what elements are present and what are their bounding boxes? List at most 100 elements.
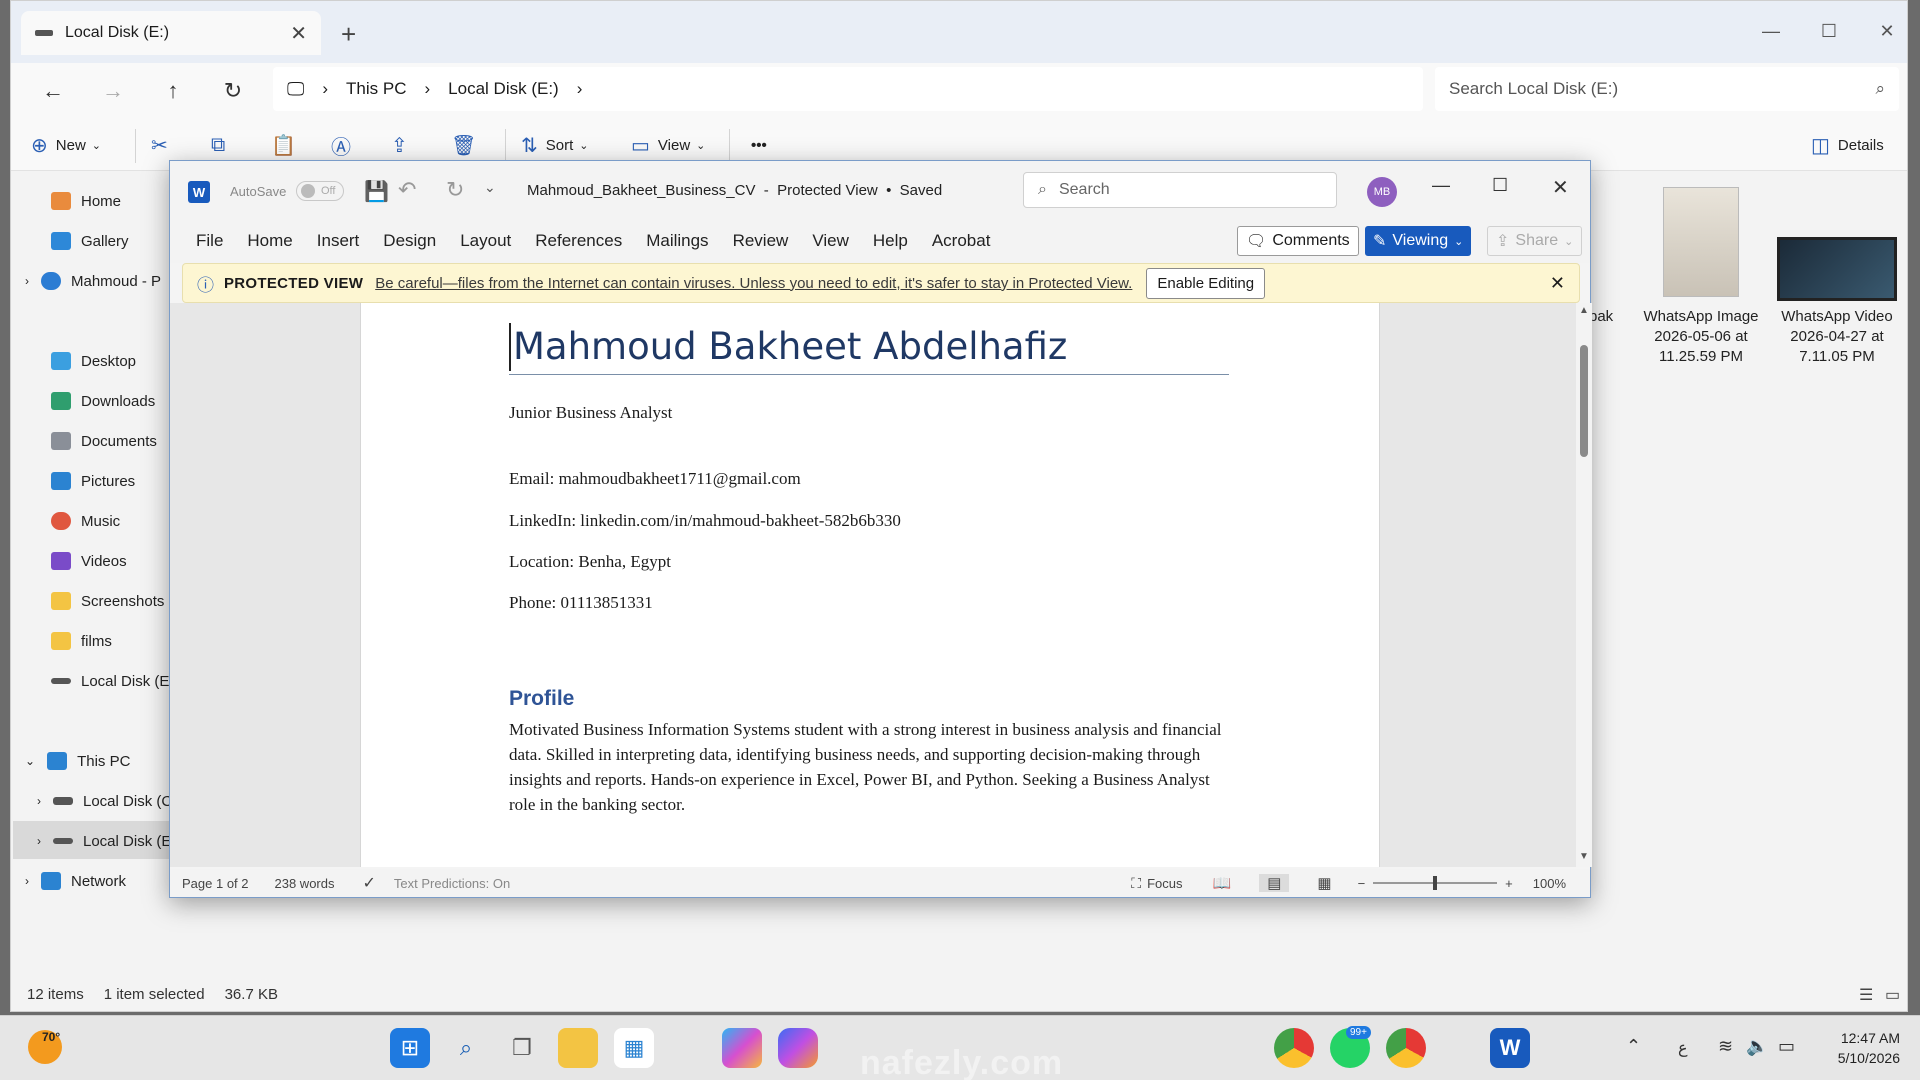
list-view-icon[interactable]: ☰: [1859, 985, 1873, 1005]
sidebar-item-downloads[interactable]: Downloads: [51, 383, 155, 419]
tab-file[interactable]: File: [196, 231, 223, 251]
store-icon[interactable]: ▦: [614, 1028, 654, 1068]
sidebar-item-local-disk-e[interactable]: Local Disk (E:): [51, 663, 179, 699]
proofing-icon[interactable]: ✓: [362, 873, 375, 893]
file-item[interactable]: WhatsApp Image 2026-05-06 at 11.25.59 PM: [1636, 307, 1766, 367]
sidebar-item-onedrive[interactable]: › Mahmoud - P: [25, 263, 161, 299]
file-explorer-icon[interactable]: [558, 1028, 598, 1068]
paste-button[interactable]: 📋: [271, 127, 304, 163]
tab-insert[interactable]: Insert: [317, 231, 360, 251]
search-input[interactable]: Search Local Disk (E:) ⌕: [1435, 67, 1899, 111]
scroll-up-icon[interactable]: ▲: [1579, 305, 1589, 316]
tab-review[interactable]: Review: [733, 231, 789, 251]
search-icon[interactable]: ⌕: [446, 1028, 486, 1068]
web-layout-icon[interactable]: ▦: [1317, 874, 1331, 892]
up-button[interactable]: ↑: [153, 71, 193, 111]
new-button[interactable]: ⊕ New ⌄: [31, 127, 101, 163]
viewing-mode-button[interactable]: ✎ Viewing ⌄: [1365, 226, 1472, 256]
share-button[interactable]: ⇪ Share ⌄: [1487, 226, 1583, 256]
close-button[interactable]: ✕: [1552, 175, 1569, 200]
input-language[interactable]: ع: [1678, 1038, 1688, 1058]
tab-help[interactable]: Help: [873, 231, 908, 251]
refresh-button[interactable]: ↻: [213, 71, 253, 111]
tab-design[interactable]: Design: [383, 231, 436, 251]
tab-references[interactable]: References: [535, 231, 622, 251]
zoom-level[interactable]: 100%: [1533, 876, 1566, 891]
explorer-tab[interactable]: Local Disk (E:) ✕: [21, 11, 321, 55]
forward-button[interactable]: →: [93, 71, 133, 111]
tab-mailings[interactable]: Mailings: [646, 231, 708, 251]
document-page[interactable]: Mahmoud Bakheet Abdelhafiz Junior Busine…: [360, 303, 1380, 867]
zoom-slider[interactable]: [1373, 876, 1498, 890]
sidebar-item-network[interactable]: › Network: [25, 863, 126, 899]
redo-icon[interactable]: ↻: [446, 177, 464, 203]
sidebar-item-gallery[interactable]: Gallery: [51, 223, 129, 259]
new-tab-button[interactable]: +: [341, 19, 356, 50]
undo-icon[interactable]: ↶: [398, 177, 416, 203]
sidebar-item-local-disk-c[interactable]: › Local Disk (C: [37, 783, 172, 819]
chrome-icon[interactable]: [1274, 1028, 1314, 1068]
sidebar-item-documents[interactable]: Documents: [51, 423, 157, 459]
view-button[interactable]: ▭ View ⌄: [631, 127, 705, 163]
word-taskbar-icon[interactable]: W: [1490, 1028, 1530, 1068]
enable-editing-button[interactable]: Enable Editing: [1146, 267, 1266, 299]
close-icon[interactable]: ✕: [1550, 273, 1565, 294]
tile-view-icon[interactable]: ▭: [1885, 985, 1900, 1005]
focus-button[interactable]: Focus: [1147, 876, 1182, 891]
wifi-icon[interactable]: ≋: [1718, 1036, 1733, 1057]
task-view-icon[interactable]: ❐: [502, 1028, 542, 1068]
customize-toolbar-icon[interactable]: ⌄: [484, 179, 496, 196]
minimize-button[interactable]: —: [1432, 175, 1450, 196]
share-button[interactable]: ⇪: [391, 127, 416, 163]
autosave-toggle[interactable]: Off: [296, 181, 344, 201]
scroll-down-icon[interactable]: ▼: [1579, 851, 1589, 862]
minimize-button[interactable]: —: [1743, 11, 1799, 51]
rename-button[interactable]: Ⓐ: [331, 127, 359, 163]
sidebar-item-films[interactable]: films: [51, 623, 112, 659]
details-button[interactable]: ◫ Details: [1811, 127, 1884, 163]
delete-button[interactable]: 🗑: [451, 127, 484, 163]
print-layout-icon[interactable]: ▤: [1259, 874, 1290, 892]
sidebar-item-this-pc[interactable]: ⌄ This PC: [25, 743, 130, 779]
breadcrumb-this-pc[interactable]: This PC: [346, 79, 406, 99]
chevron-up-icon[interactable]: ⌃: [1626, 1036, 1641, 1057]
sidebar-item-desktop[interactable]: Desktop: [51, 343, 136, 379]
tab-view[interactable]: View: [812, 231, 849, 251]
sort-button[interactable]: ⇅ Sort ⌄: [521, 127, 589, 163]
text-predictions[interactable]: Text Predictions: On: [394, 876, 510, 891]
protected-view-message[interactable]: Be careful—files from the Internet can c…: [375, 275, 1132, 292]
file-item[interactable]: bak: [1589, 307, 1629, 327]
clock-date[interactable]: 5/10/2026: [1830, 1050, 1900, 1066]
close-button[interactable]: ✕: [1859, 11, 1915, 51]
sidebar-item-videos[interactable]: Videos: [51, 543, 127, 579]
battery-icon[interactable]: ▭: [1778, 1036, 1795, 1057]
word-count[interactable]: 238 words: [275, 876, 335, 891]
scrollbar-thumb[interactable]: [1580, 345, 1588, 457]
maximize-button[interactable]: ☐: [1801, 11, 1857, 51]
file-item[interactable]: WhatsApp Video 2026-04-27 at 7.11.05 PM: [1772, 307, 1902, 367]
document-title[interactable]: Mahmoud_Bakheet_Business_CV - Protected …: [527, 182, 942, 199]
sidebar-item-music[interactable]: Music: [51, 503, 120, 539]
sidebar-item-home[interactable]: Home: [51, 183, 121, 219]
zoom-slider-thumb[interactable]: [1433, 876, 1438, 890]
chrome-profile-icon[interactable]: [1386, 1028, 1426, 1068]
tab-acrobat[interactable]: Acrobat: [932, 231, 991, 251]
breadcrumb-local-disk[interactable]: Local Disk (E:): [448, 79, 559, 99]
back-button[interactable]: ←: [33, 71, 73, 111]
tab-home[interactable]: Home: [247, 231, 292, 251]
comments-button[interactable]: 🗨 Comments: [1237, 226, 1359, 256]
copilot-icon[interactable]: [778, 1028, 818, 1068]
image-thumbnail[interactable]: [1663, 187, 1739, 297]
sidebar-item-pictures[interactable]: Pictures: [51, 463, 135, 499]
save-icon[interactable]: 💾: [364, 179, 389, 204]
video-thumbnail[interactable]: [1777, 237, 1897, 301]
avatar[interactable]: MB: [1367, 177, 1397, 207]
address-bar[interactable]: 🖵 › This PC › Local Disk (E:) ›: [273, 67, 1423, 111]
sidebar-item-screenshots[interactable]: Screenshots: [51, 583, 164, 619]
tab-layout[interactable]: Layout: [460, 231, 511, 251]
read-mode-icon[interactable]: 📖: [1213, 874, 1232, 892]
volume-icon[interactable]: 🔈: [1746, 1036, 1768, 1057]
clock-time[interactable]: 12:47 AM: [1830, 1030, 1900, 1046]
vertical-scrollbar[interactable]: ▲ ▼: [1576, 303, 1592, 867]
zoom-in-icon[interactable]: +: [1505, 876, 1513, 891]
